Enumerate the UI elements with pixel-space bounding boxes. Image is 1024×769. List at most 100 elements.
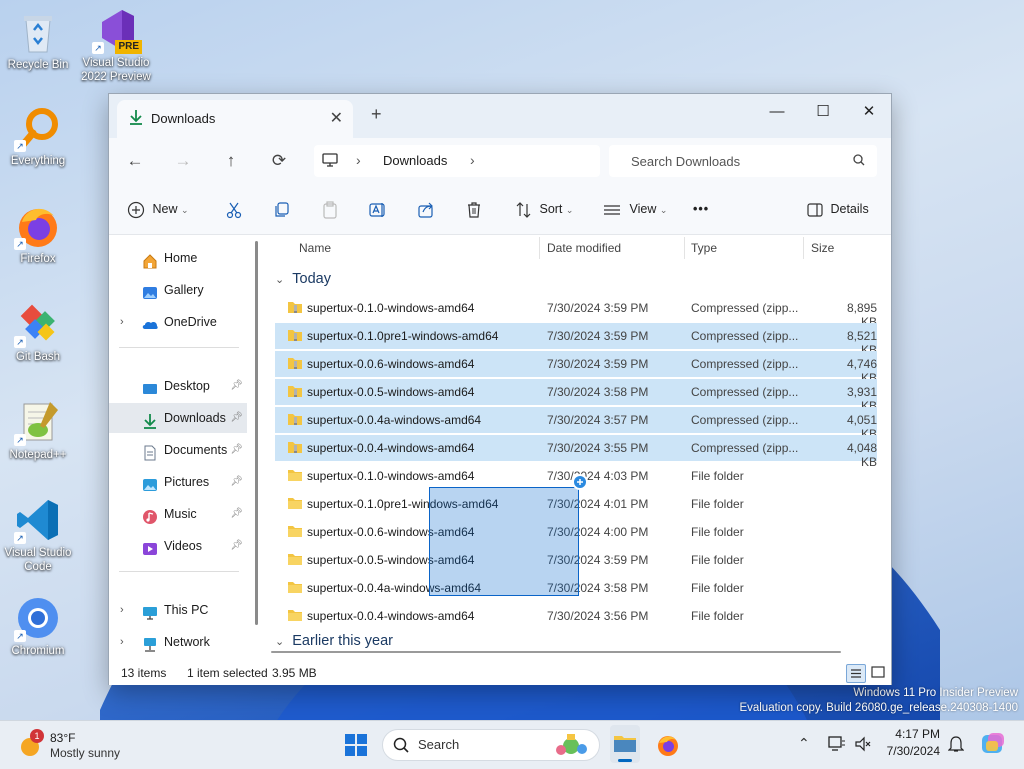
- delete-button[interactable]: [465, 198, 483, 220]
- network-status-icon[interactable]: [828, 735, 846, 756]
- nav-item-downloads[interactable]: Downloads 📌︎: [109, 403, 247, 433]
- new-button[interactable]: New ⌄: [127, 198, 189, 220]
- column-header-date-modified[interactable]: Date modified: [547, 235, 621, 261]
- nav-label: Documents: [164, 443, 228, 457]
- taskbar-search-box[interactable]: Search: [382, 729, 600, 761]
- onedrive-cloud-icon: [142, 314, 158, 330]
- evaluation-watermark: Windows 11 Pro Insider Preview Evaluatio…: [739, 686, 1018, 716]
- pin-icon: 📌︎: [230, 380, 243, 391]
- breadcrumb[interactable]: › Downloads ›: [314, 145, 600, 177]
- copilot-icon[interactable]: [980, 731, 1006, 760]
- nav-item-onedrive[interactable]: › OneDrive: [111, 307, 247, 337]
- nav-pane-scrollbar[interactable]: [255, 241, 258, 625]
- forward-arrow-icon[interactable]: →: [169, 148, 197, 174]
- group-header-today[interactable]: ⌄ Today: [275, 271, 331, 287]
- nav-item-this-pc[interactable]: › This PC: [111, 595, 247, 625]
- file-row[interactable]: supertux-0.0.4a-windows-amd64 7/30/2024 3…: [275, 407, 877, 441]
- file-type: Compressed (zipp...: [691, 329, 799, 343]
- column-divider[interactable]: [803, 237, 804, 259]
- file-row[interactable]: supertux-0.0.4-windows-amd64 7/30/2024 3:…: [275, 435, 877, 469]
- start-button[interactable]: [344, 733, 368, 760]
- desktop-icon-firefox[interactable]: ↗ Firefox: [2, 202, 74, 266]
- back-arrow-icon[interactable]: ←: [121, 148, 149, 174]
- file-date-modified: 7/30/2024 4:03 PM: [547, 469, 649, 483]
- show-hidden-icons-chevron[interactable]: ⌃: [798, 735, 810, 752]
- desktop-icon-git-bash[interactable]: ↗ Git Bash: [2, 300, 74, 364]
- cut-button[interactable]: [225, 198, 243, 220]
- nav-item-pictures[interactable]: Pictures 📌︎: [111, 467, 247, 497]
- column-header-name[interactable]: Name: [299, 235, 331, 261]
- search-box[interactable]: Search Downloads: [609, 145, 877, 177]
- column-header-type[interactable]: Type: [691, 235, 717, 261]
- new-tab-button[interactable]: +: [371, 104, 382, 125]
- chevron-right-icon: ›: [120, 636, 124, 648]
- paste-button[interactable]: [321, 198, 339, 220]
- file-row[interactable]: supertux-0.0.6-windows-amd64 7/30/2024 3:…: [275, 351, 877, 385]
- close-button[interactable]: ✕: [846, 98, 892, 126]
- tab-close-button[interactable]: ✕: [330, 108, 343, 128]
- details-button[interactable]: Details: [807, 198, 869, 220]
- nav-item-network[interactable]: › Network: [111, 627, 247, 657]
- taskbar-firefox[interactable]: [656, 733, 680, 760]
- selection-rectangle: [429, 487, 579, 596]
- file-row[interactable]: supertux-0.1.0-windows-amd64 7/30/2024 3:…: [275, 295, 877, 329]
- nav-label: OneDrive: [164, 315, 217, 329]
- sort-button[interactable]: Sort ⌄: [515, 198, 573, 220]
- file-row[interactable]: supertux-0.0.5-windows-amd64 7/30/2024 3:…: [275, 379, 877, 413]
- rename-button[interactable]: [369, 198, 387, 220]
- refresh-icon[interactable]: ⟳: [265, 148, 293, 174]
- nav-label: Videos: [164, 539, 202, 553]
- nav-item-home[interactable]: Home: [111, 243, 247, 273]
- copy-button[interactable]: [273, 198, 291, 220]
- maximize-button[interactable]: ☐: [800, 98, 846, 126]
- file-row[interactable]: supertux-0.0.4-windows-amd64 7/30/2024 3:…: [275, 603, 877, 629]
- notifications-bell-icon[interactable]: [947, 735, 965, 756]
- file-row[interactable]: supertux-0.1.0pre1-windows-amd64 7/30/202…: [275, 323, 877, 357]
- desktop-icon-visual-studio-preview[interactable]: PRE ↗ Visual Studio 2022 Preview: [80, 6, 152, 84]
- desktop-icon-notepadpp[interactable]: ↗ Notepad++: [2, 398, 74, 462]
- file-explorer-window: Downloads ✕ + — ☐ ✕ ← → ↑ ⟳ › Downloads …: [108, 93, 892, 685]
- nav-item-videos[interactable]: Videos 📌︎: [111, 531, 247, 561]
- minimize-button[interactable]: —: [754, 98, 800, 126]
- file-date-modified: 7/30/2024 3:58 PM: [547, 385, 649, 399]
- column-header-size[interactable]: Size: [811, 235, 834, 261]
- group-header-earlier[interactable]: ⌄ Earlier this year: [275, 633, 393, 649]
- desktop-icon-vscode[interactable]: ↗ Visual Studio Code: [2, 496, 74, 574]
- navigation-pane: Home Gallery › OneDrive Desktop 📌︎ Downl…: [109, 235, 259, 661]
- search-icon: [393, 737, 409, 753]
- weather-widget[interactable]: 1 83°F Mostly sunny: [18, 729, 138, 763]
- group-label: Earlier this year: [292, 633, 393, 649]
- share-button[interactable]: [417, 198, 435, 220]
- nav-item-music[interactable]: Music 📌︎: [111, 499, 247, 529]
- column-divider[interactable]: [539, 237, 540, 259]
- pin-icon: 📌︎: [230, 476, 243, 487]
- chromium-icon: ↗: [14, 594, 62, 642]
- nav-item-gallery[interactable]: Gallery: [111, 275, 247, 305]
- desktop-icon-label: Chromium: [11, 645, 65, 657]
- nav-item-documents[interactable]: Documents 📌︎: [111, 435, 247, 465]
- breadcrumb-downloads[interactable]: Downloads: [383, 153, 447, 168]
- horizontal-scrollbar[interactable]: [271, 651, 841, 653]
- more-options-button[interactable]: •••: [693, 198, 709, 220]
- clock[interactable]: 4:17 PM 7/30/2024: [880, 727, 940, 758]
- desktop-icon-everything[interactable]: ↗ Everything: [2, 104, 74, 168]
- view-button[interactable]: View ⌄: [603, 198, 667, 220]
- file-name: supertux-0.0.4-windows-amd64: [307, 441, 475, 455]
- search-input[interactable]: Search Downloads: [631, 154, 740, 169]
- nav-label: Downloads: [164, 411, 226, 425]
- volume-muted-icon[interactable]: [854, 735, 872, 756]
- pin-icon: 📌︎: [230, 540, 243, 551]
- column-divider[interactable]: [684, 237, 685, 259]
- desktop-icon-chromium[interactable]: ↗ Chromium: [2, 594, 74, 658]
- desktop-icon-recycle-bin[interactable]: Recycle Bin: [2, 8, 74, 72]
- sort-icon: [516, 201, 531, 218]
- shortcut-arrow-icon: ↗: [14, 434, 26, 446]
- nav-item-desktop[interactable]: Desktop 📌︎: [111, 371, 247, 401]
- tiles-view-toggle[interactable]: [869, 664, 887, 681]
- desktop-icon-label: Recycle Bin: [7, 59, 69, 71]
- details-view-toggle[interactable]: [846, 664, 866, 683]
- up-arrow-icon[interactable]: ↑: [217, 148, 245, 174]
- zip-folder-icon: [287, 356, 303, 370]
- tab-downloads[interactable]: Downloads ✕: [117, 100, 353, 138]
- taskbar-file-explorer[interactable]: [610, 725, 640, 763]
